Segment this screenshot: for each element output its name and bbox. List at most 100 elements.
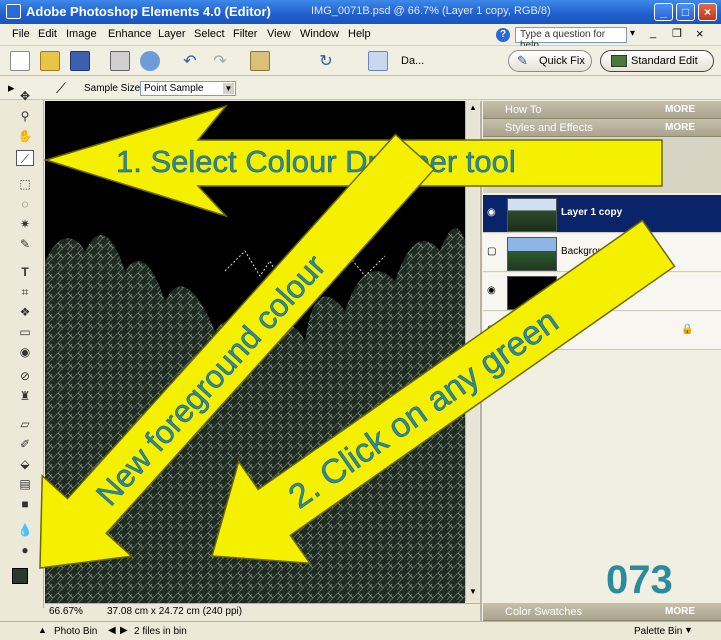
doc-restore-button[interactable]: ❐ xyxy=(672,27,688,43)
sample-size-select[interactable]: Point Sample ▼ xyxy=(140,81,236,96)
foreground-color-swatch[interactable] xyxy=(12,568,28,584)
hand-tool-icon[interactable]: ✋ xyxy=(16,128,34,144)
status-bar: 66.67% 37.08 cm x 24.72 cm (240 ppi) xyxy=(45,603,480,619)
redo-icon[interactable]: ↷ xyxy=(210,51,230,71)
online-services-icon[interactable] xyxy=(140,51,160,71)
zoom-level[interactable]: 66.67% xyxy=(49,606,83,617)
photo-bin-icon[interactable]: ▲ xyxy=(38,625,47,635)
document-size: 37.08 cm x 24.72 cm (240 ppi) xyxy=(107,606,243,617)
brush-tool-icon[interactable]: ✐ xyxy=(16,436,34,452)
menu-edit[interactable]: Edit xyxy=(38,28,57,40)
crop-tool-icon[interactable]: ⌗ xyxy=(16,284,34,300)
menu-help[interactable]: Help xyxy=(348,28,371,40)
layer-row-adjustment[interactable]: ◉ xyxy=(483,273,721,311)
cookie-cutter-tool-icon[interactable]: ❖ xyxy=(16,304,34,320)
image-canvas[interactable] xyxy=(45,101,465,603)
menu-image[interactable]: Image xyxy=(66,28,97,40)
app-title: Adobe Photoshop Elements 4.0 (Editor) xyxy=(26,4,271,19)
marquee-tool-icon[interactable]: ⬚ xyxy=(16,176,34,192)
quick-fix-button[interactable]: ✎ Quick Fix xyxy=(508,50,592,72)
sponge-tool-icon[interactable]: ● xyxy=(16,542,34,558)
panel-styles-effects[interactable]: Styles and Effects MORE xyxy=(483,119,721,137)
spot-healing-tool-icon[interactable]: ⊘ xyxy=(16,368,34,384)
sample-size-value: Point Sample xyxy=(144,83,204,94)
panel-color-swatches-title: Color Swatches xyxy=(505,606,583,618)
palette-bin-icon[interactable]: ▼ xyxy=(684,625,693,635)
menu-filter[interactable]: Filter xyxy=(233,28,257,40)
layers-panel-header xyxy=(483,137,721,193)
panel-color-swatches[interactable]: Color Swatches MORE xyxy=(483,603,721,621)
date-view-label[interactable]: Da... xyxy=(401,55,424,67)
standard-edit-button[interactable]: Standard Edit xyxy=(600,50,714,72)
panel-styles-effects-title: Styles and Effects xyxy=(505,122,593,134)
photo-bin-label[interactable]: Photo Bin xyxy=(54,626,97,637)
menu-window[interactable]: Window xyxy=(300,28,339,40)
scroll-up-icon[interactable]: ▲ xyxy=(468,103,478,113)
eye-icon[interactable]: ◉ xyxy=(487,285,499,297)
menu-select[interactable]: Select xyxy=(194,28,225,40)
date-view-icon[interactable] xyxy=(368,51,388,71)
layer-mask-thumbnail xyxy=(565,276,615,308)
layer-thumbnail xyxy=(507,237,557,271)
bin-forward-icon[interactable]: ▶ xyxy=(120,625,128,636)
panel-styles-effects-more[interactable]: MORE xyxy=(665,119,695,137)
red-eye-tool-icon[interactable]: ◉ xyxy=(16,344,34,360)
bin-back-icon[interactable]: ◀ xyxy=(108,625,116,636)
create-icon[interactable]: ↻ xyxy=(316,51,336,71)
clone-stamp-tool-icon[interactable]: ♜ xyxy=(16,388,34,404)
straighten-tool-icon[interactable]: ▭ xyxy=(16,324,34,340)
canvas-scrollbar[interactable]: ▲ ▼ xyxy=(465,101,479,601)
help-icon[interactable]: ? xyxy=(496,28,510,42)
maximize-button[interactable]: □ xyxy=(676,3,695,21)
close-button[interactable]: × xyxy=(698,3,717,21)
doc-minimize-button[interactable]: _ xyxy=(650,27,666,43)
gradient-tool-icon[interactable]: ▤ xyxy=(16,476,34,492)
forest-image xyxy=(45,101,465,603)
layer-row-layer-1-copy[interactable]: ◉ Layer 1 copy xyxy=(483,195,721,233)
menu-file[interactable]: File xyxy=(12,28,30,40)
blur-tool-icon[interactable]: 💧 xyxy=(16,522,34,538)
eyedropper-option-icon: ⟋ xyxy=(56,80,66,96)
undo-icon[interactable]: ↶ xyxy=(180,51,200,71)
help-dropdown-icon[interactable]: ▾ xyxy=(630,28,635,39)
menu-view[interactable]: View xyxy=(267,28,291,40)
quick-fix-icon: ✎ xyxy=(517,53,528,68)
eyedropper-tool-icon[interactable]: ⟋ xyxy=(16,150,34,166)
paint-bucket-tool-icon[interactable]: ⬙ xyxy=(16,456,34,472)
document-title: IMG_0071B.psd @ 66.7% (Layer 1 copy, RGB… xyxy=(311,5,551,17)
minimize-button[interactable]: _ xyxy=(654,3,673,21)
selection-brush-tool-icon[interactable]: ✎ xyxy=(16,236,34,252)
layer-row-background[interactable]: ▢ 🔒 xyxy=(483,312,721,350)
eraser-tool-icon[interactable]: ▱ xyxy=(16,416,34,432)
title-bar: Adobe Photoshop Elements 4.0 (Editor) IM… xyxy=(0,0,721,24)
zoom-tool-icon[interactable]: ⚲ xyxy=(16,108,34,124)
shape-tool-icon[interactable]: ■ xyxy=(16,496,34,512)
layer-row-background-copy[interactable]: ▢ Background copy xyxy=(483,234,721,272)
eye-icon[interactable]: ▢ xyxy=(487,246,499,258)
panel-how-to[interactable]: How To MORE xyxy=(483,101,721,119)
panel-how-to-more[interactable]: MORE xyxy=(665,101,695,119)
magic-wand-tool-icon[interactable]: ✷ xyxy=(16,216,34,232)
move-tool-icon[interactable]: ✥ xyxy=(16,88,34,104)
open-folder-icon[interactable] xyxy=(40,51,60,71)
palette-bin-label[interactable]: Palette Bin xyxy=(634,626,682,637)
eye-icon[interactable]: ▢ xyxy=(487,324,499,336)
layer-name: Layer 1 copy xyxy=(561,207,623,218)
print-icon[interactable] xyxy=(110,51,130,71)
lasso-tool-icon[interactable]: ◌ xyxy=(16,196,34,212)
panel-color-swatches-more[interactable]: MORE xyxy=(665,603,695,621)
lock-icon: 🔒 xyxy=(681,324,694,335)
chevron-down-icon[interactable]: ▼ xyxy=(223,83,234,94)
doc-close-button[interactable]: × xyxy=(696,26,712,42)
frame-number: 073 xyxy=(606,558,673,602)
eye-icon[interactable]: ◉ xyxy=(487,207,499,219)
menu-enhance[interactable]: Enhance xyxy=(108,28,151,40)
new-file-icon[interactable] xyxy=(10,51,30,71)
organizer-icon[interactable] xyxy=(250,51,270,71)
help-search-input[interactable]: Type a question for help xyxy=(515,27,627,51)
scroll-down-icon[interactable]: ▼ xyxy=(468,587,478,597)
type-tool-icon[interactable]: T xyxy=(16,264,34,280)
menu-layer[interactable]: Layer xyxy=(158,28,186,40)
files-in-bin: 2 files in bin xyxy=(134,626,187,637)
save-icon[interactable] xyxy=(70,51,90,71)
